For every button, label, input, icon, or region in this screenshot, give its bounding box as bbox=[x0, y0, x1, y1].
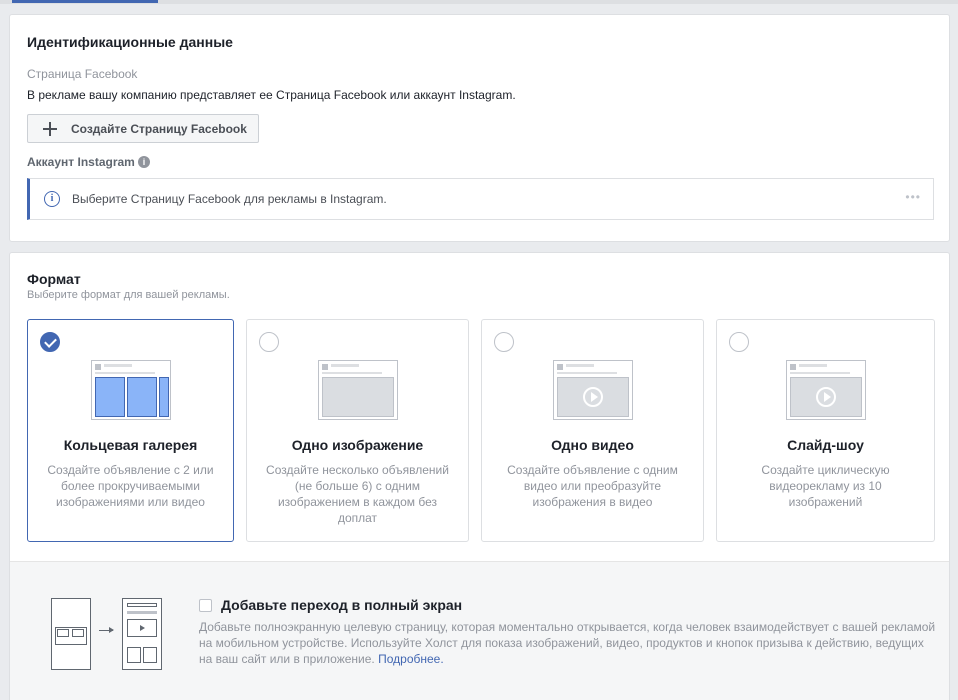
instagram-account-label: Аккаунт Instagram bbox=[27, 155, 135, 169]
format-option-carousel[interactable]: Кольцевая галерея Создайте объявление с … bbox=[27, 319, 234, 542]
mobile-ad-illustration-icon bbox=[51, 598, 91, 670]
format-description: Создайте циклическую видеорекламу из 10 … bbox=[761, 463, 890, 509]
format-option-single-video[interactable]: Одно видео Создайте объявление с одним в… bbox=[481, 319, 704, 542]
carousel-thumbnail-icon bbox=[90, 360, 171, 420]
info-circle-icon: i bbox=[44, 191, 60, 207]
format-subtitle: Выберите формат для вашей рекламы. bbox=[27, 289, 230, 301]
facebook-page-description: В рекламе вашу компанию представляет ее … bbox=[27, 88, 516, 102]
fullscreen-title: Добавьте переход в полный экран bbox=[221, 597, 463, 613]
play-icon bbox=[815, 387, 836, 407]
active-tab-indicator bbox=[12, 0, 158, 3]
top-tab-bar bbox=[0, 0, 958, 4]
create-facebook-page-button[interactable]: Создайте Страницу Facebook bbox=[27, 114, 259, 143]
identity-title: Идентификационные данные bbox=[27, 34, 233, 50]
plus-icon bbox=[43, 121, 57, 136]
fullscreen-experience-section: Добавьте переход в полный экран Добавьте… bbox=[10, 561, 949, 700]
format-section: Формат Выберите формат для вашей рекламы… bbox=[9, 252, 950, 700]
format-name: Слайд-шоу bbox=[787, 437, 864, 453]
create-facebook-page-label: Создайте Страницу Facebook bbox=[71, 121, 247, 136]
fullscreen-description-text: Добавьте полноэкранную целевую страницу,… bbox=[199, 620, 936, 666]
format-name: Кольцевая галерея bbox=[63, 437, 198, 453]
format-option-slideshow[interactable]: Слайд-шоу Создайте циклическую видеорекл… bbox=[716, 319, 935, 542]
fullscreen-canvas-illustration-icon bbox=[122, 598, 162, 670]
format-description: Создайте объявление с 2 или более прокру… bbox=[47, 463, 214, 509]
slideshow-thumbnail-icon bbox=[785, 360, 866, 420]
single-video-radio[interactable] bbox=[494, 332, 514, 352]
single-image-thumbnail-icon bbox=[317, 360, 398, 420]
more-options-icon[interactable]: ••• bbox=[905, 190, 921, 204]
instagram-notice: i Выберите Страницу Facebook для рекламы… bbox=[27, 178, 934, 220]
facebook-page-label: Страница Facebook bbox=[27, 67, 138, 81]
fullscreen-checkbox[interactable] bbox=[199, 599, 212, 612]
format-name: Одно изображение bbox=[291, 437, 424, 453]
play-icon bbox=[582, 387, 603, 407]
instagram-notice-text: Выберите Страницу Facebook для рекламы в… bbox=[72, 192, 387, 206]
format-description: Создайте объявление с одним видео или пр… bbox=[507, 463, 678, 509]
learn-more-link[interactable]: Подробнее. bbox=[378, 652, 444, 666]
format-option-single-image[interactable]: Одно изображение Создайте несколько объя… bbox=[246, 319, 469, 542]
format-description: Создайте несколько объявлений (не больше… bbox=[266, 463, 449, 525]
format-name: Одно видео bbox=[551, 437, 634, 453]
carousel-selected-checkbox[interactable] bbox=[40, 332, 60, 352]
format-title: Формат bbox=[27, 271, 81, 287]
slideshow-radio[interactable] bbox=[729, 332, 749, 352]
single-video-thumbnail-icon bbox=[552, 360, 633, 420]
fullscreen-description: Добавьте полноэкранную целевую страницу,… bbox=[199, 619, 939, 667]
identity-section: Идентификационные данные Страница Facebo… bbox=[9, 14, 950, 242]
single-image-radio[interactable] bbox=[259, 332, 279, 352]
info-icon[interactable]: i bbox=[138, 156, 150, 168]
